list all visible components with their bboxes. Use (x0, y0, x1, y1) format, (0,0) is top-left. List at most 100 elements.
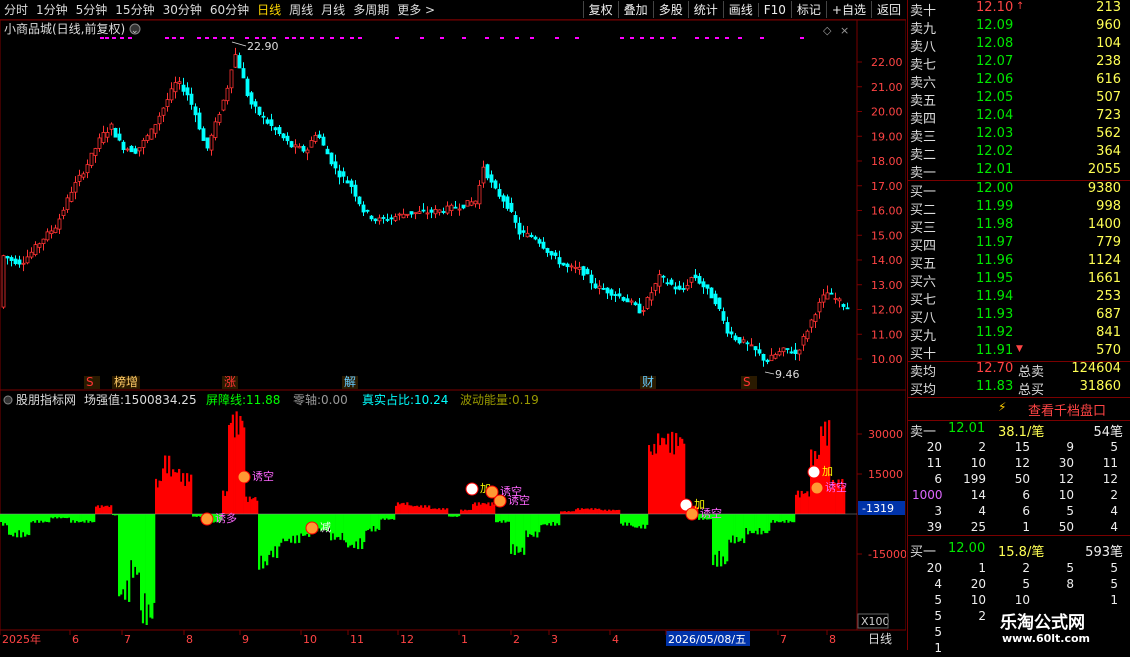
depth-grid-cell: 50 (1014, 472, 1030, 486)
period-tab-2[interactable]: 5分钟 (72, 1, 112, 18)
period-tab-5[interactable]: 60分钟 (206, 1, 253, 18)
event-marker[interactable]: 解 (344, 375, 356, 389)
toolbar-button-2[interactable]: 多股 (652, 1, 688, 18)
period-tab-7[interactable]: 周线 (285, 1, 317, 18)
period-tab-0[interactable]: 分时 (0, 1, 32, 18)
histogram-bar (640, 514, 643, 529)
buy-level-price: 11.99 (976, 199, 1014, 214)
histogram-bar (229, 422, 233, 514)
date-label: 10 (303, 633, 317, 646)
histogram-bar (24, 514, 27, 537)
sell-level-label: 卖六 (910, 76, 937, 91)
buy-level[interactable]: 买二 11.99 998 (908, 199, 1130, 218)
buy-level[interactable]: 买三 11.98 1400 (908, 217, 1130, 236)
sell-level-volume: 616 (1096, 72, 1121, 87)
toolbar-button-5[interactable]: F10 (757, 2, 791, 17)
histogram-bar (0, 514, 3, 522)
depth-grid-cell: 12 (1058, 472, 1074, 486)
buy-level[interactable]: 买一 12.00 9380 (908, 181, 1130, 200)
toolbar-button-1[interactable]: 叠加 (617, 1, 653, 18)
period-tab-6[interactable]: 日线 (253, 1, 285, 18)
depth-grid-cell: 20 (970, 577, 986, 591)
toolbar-button-7[interactable]: +自选 (825, 1, 871, 18)
depth-grid-cell: 10 (970, 456, 986, 470)
histogram-bar (400, 503, 403, 514)
histogram-bar (724, 514, 727, 565)
candle-body (85, 164, 90, 174)
indicator-item: 场强值:1500834.25 (84, 392, 197, 407)
toolbar-button-8[interactable]: 返回 (870, 1, 906, 18)
indicator-dropdown-icon[interactable] (3, 395, 13, 405)
close-icon[interactable]: × (840, 24, 849, 37)
histogram-bar (50, 514, 53, 518)
buy-level[interactable]: 买五 11.96 1124 (908, 253, 1130, 272)
buy-level[interactable]: 买八 11.93 687 (908, 307, 1130, 326)
event-marker[interactable]: 涨 (224, 374, 236, 389)
buy-level[interactable]: 买七 11.94 253 (908, 289, 1130, 308)
toolbar-button-4[interactable]: 画线 (722, 1, 758, 18)
histogram-bar (452, 514, 455, 517)
sell-level[interactable]: 卖二 12.02 364 (908, 144, 1130, 163)
event-marker[interactable]: S (86, 375, 94, 389)
depth-grid-cell: 25 (970, 520, 986, 534)
histogram-bar (477, 502, 480, 514)
view-depth-button[interactable]: ⚡ 查看千档盘口 (908, 399, 1130, 419)
histogram-bar (576, 508, 580, 514)
candle-body (821, 294, 826, 303)
diamond-icon[interactable]: ◇ (823, 24, 832, 37)
period-tab-4[interactable]: 30分钟 (159, 1, 206, 18)
signal-dot (172, 37, 176, 39)
candle-body (681, 288, 686, 290)
sell-level-volume: 507 (1096, 90, 1121, 105)
period-tab-3[interactable]: 15分钟 (111, 1, 158, 18)
candle-body (249, 92, 254, 105)
buy-level[interactable]: 买六 11.95 1661 (908, 271, 1130, 290)
period-label[interactable]: 日线 (868, 632, 892, 646)
histogram-bar (290, 514, 293, 543)
buy-level-volume: 779 (1096, 235, 1121, 250)
toolbar-button-3[interactable]: 统计 (687, 1, 723, 18)
period-tab-1[interactable]: 1分钟 (32, 1, 72, 18)
histogram-bar (239, 416, 242, 514)
histogram-bar (32, 514, 35, 522)
sell-level[interactable]: 卖一 12.01 2055 (908, 162, 1130, 181)
buy-level[interactable]: 买四 11.97 779 (908, 235, 1130, 254)
histogram-bar (513, 514, 516, 556)
histogram-bar (521, 514, 524, 548)
sell-level[interactable]: 卖六 12.06 616 (908, 72, 1130, 91)
histogram-bar (720, 514, 723, 567)
sell-level[interactable]: 卖五 12.05 507 (908, 90, 1130, 109)
sell-level[interactable]: 卖三 12.03 562 (908, 126, 1130, 145)
histogram-bar (748, 514, 752, 531)
signal-dot (420, 37, 424, 39)
histogram-bar (510, 514, 513, 554)
buy-level-price: 11.92 (976, 325, 1014, 340)
candle-body (573, 266, 578, 269)
event-marker[interactable]: S (743, 375, 751, 389)
histogram-bar (489, 505, 492, 514)
sell-level[interactable]: 卖四 12.04 723 (908, 108, 1130, 127)
event-marker[interactable]: 榜增 (114, 374, 138, 389)
histogram-bar (554, 514, 557, 526)
toolbar-button-6[interactable]: 标记 (790, 1, 826, 18)
candle-body (757, 349, 762, 354)
histogram-bar (48, 514, 51, 523)
toolbar-button-0[interactable]: 复权 (582, 1, 618, 18)
buy-level[interactable]: 买九 11.92 841 (908, 325, 1130, 344)
sell-level[interactable]: 卖八 12.08 104 (908, 36, 1130, 55)
event-marker[interactable]: 财 (642, 375, 654, 389)
price-tick-label: 22.00 (871, 56, 903, 69)
period-tab-9[interactable]: 多周期 (349, 1, 393, 18)
sell-level[interactable]: 卖七 12.07 238 (908, 54, 1130, 73)
chart-svg[interactable]: 小商品城(日线,前复权) ⌄ ◇ × 22.0021.0020.0019.001… (0, 19, 907, 650)
buy-level-volume: 9380 (1087, 181, 1121, 196)
period-tab-10[interactable]: 更多 > (393, 1, 439, 18)
period-tab-8[interactable]: 月线 (317, 1, 349, 18)
chart-area[interactable]: 小商品城(日线,前复权) ⌄ ◇ × 22.00 21.00 20.00 19.00 1… (0, 19, 907, 650)
depth-grid-row: 4 20 5 8 5 (908, 577, 1130, 593)
diamond-signal-icon (305, 521, 319, 535)
sell-level[interactable]: 卖九 12.09 960 (908, 18, 1130, 37)
candle-body (265, 119, 270, 124)
histogram-bar (145, 514, 148, 625)
histogram-bar (432, 508, 435, 514)
